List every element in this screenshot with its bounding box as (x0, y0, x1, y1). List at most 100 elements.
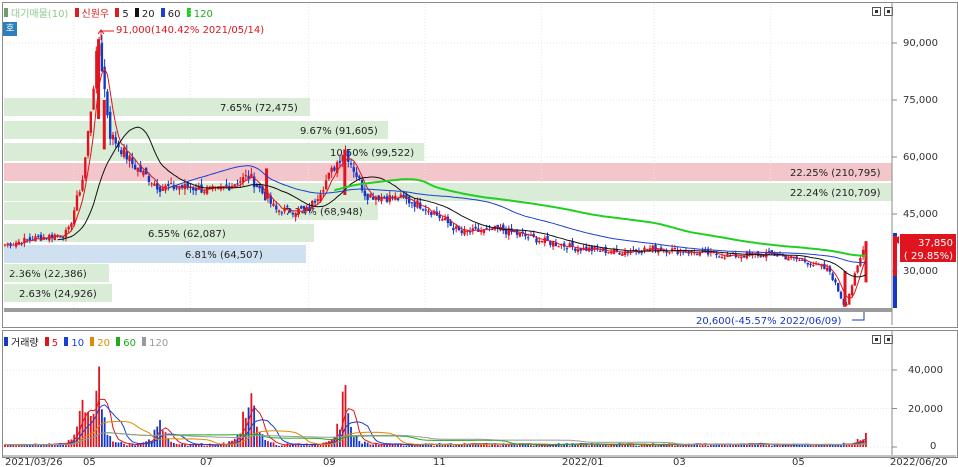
candle (682, 251, 685, 253)
candle (850, 285, 854, 296)
candle (131, 157, 134, 165)
candle (347, 150, 350, 162)
candle (349, 163, 353, 165)
candle (258, 185, 261, 189)
candle (432, 212, 436, 215)
candle (147, 176, 151, 183)
volume-profile-label: 6.81% (64,507) (185, 250, 263, 261)
candle (834, 279, 837, 283)
candle (28, 237, 32, 241)
candle (169, 182, 173, 184)
candle (717, 256, 721, 258)
legend-marker-icon (116, 337, 121, 346)
candle (194, 188, 198, 191)
candle (167, 184, 170, 186)
candle (183, 184, 187, 190)
candle (720, 256, 724, 258)
candle (723, 257, 726, 259)
candle (823, 263, 826, 270)
candle (421, 209, 425, 211)
candle (737, 256, 740, 258)
y-tick-label: 90,000 (903, 38, 938, 49)
y-tick-label: 75,000 (903, 95, 938, 106)
candle (75, 195, 79, 211)
candle (843, 271, 847, 307)
candle (78, 192, 81, 196)
candle (853, 273, 857, 286)
candle (806, 262, 809, 265)
volume-profile-label: 22.24% (210,709) (790, 188, 881, 199)
candle (452, 227, 455, 231)
candle (839, 291, 843, 299)
candle (178, 187, 181, 190)
candle (265, 168, 269, 199)
volume-profile-label: 6.55% (62,087) (148, 229, 226, 240)
candle (715, 253, 718, 256)
candle (286, 206, 289, 208)
candle (239, 181, 242, 183)
candle (67, 226, 70, 230)
candle (302, 205, 306, 209)
candle (158, 186, 162, 192)
candle (324, 180, 328, 190)
legend-label: 10 (71, 338, 85, 349)
candle (3, 244, 7, 246)
candle (363, 190, 367, 197)
candle (9, 243, 12, 247)
candle (568, 243, 571, 248)
candle (413, 202, 416, 207)
candle (554, 242, 558, 246)
y-tick-label: 60,000 (903, 152, 938, 163)
volume-panel[interactable] (2, 330, 958, 458)
candle (142, 170, 145, 176)
candle (485, 227, 488, 229)
candle (200, 184, 203, 193)
candle (598, 250, 602, 252)
candle (455, 226, 458, 229)
candle (89, 111, 93, 133)
candle (25, 239, 29, 241)
candle (621, 253, 624, 256)
candle (111, 134, 115, 140)
candle (327, 172, 331, 179)
candle (128, 155, 131, 162)
candle (366, 193, 369, 200)
legend-label: 20 (97, 338, 111, 349)
chart-window: 호 대기매물(10) 신원우 5 20 60 120 7.65% (72,475… (0, 0, 958, 467)
candle (673, 248, 677, 250)
candle (518, 232, 522, 237)
candle (540, 240, 544, 242)
candle (244, 175, 248, 177)
candle (590, 245, 594, 251)
candle (438, 214, 441, 219)
candle (330, 167, 333, 173)
candle (441, 218, 444, 221)
candle (355, 172, 358, 178)
candle (39, 234, 43, 241)
candle (369, 194, 372, 198)
candle (610, 251, 613, 254)
candle (233, 184, 236, 187)
candle (203, 191, 206, 193)
candle (14, 242, 18, 247)
y-tick-label: 45,000 (903, 209, 938, 220)
panel-maximize-button[interactable] (872, 335, 881, 344)
candle (767, 250, 771, 252)
candle (120, 150, 123, 155)
volume-profile-band (4, 183, 892, 201)
y-tick-label: 30,000 (903, 266, 938, 277)
candle (100, 42, 104, 72)
candle (70, 223, 73, 228)
candle (316, 199, 320, 201)
panel-close-button[interactable] (884, 335, 893, 344)
candle (358, 176, 361, 178)
candle (479, 231, 483, 233)
legend-marker-icon (90, 337, 95, 346)
candle (313, 200, 317, 203)
candle (37, 235, 40, 237)
legend-marker-icon (142, 337, 147, 346)
volume-profile-label: 22.25% (210,795) (790, 168, 881, 179)
candle (12, 244, 15, 246)
volume-profile-label: 9.67% (91,605) (300, 126, 378, 137)
candle (59, 236, 62, 238)
